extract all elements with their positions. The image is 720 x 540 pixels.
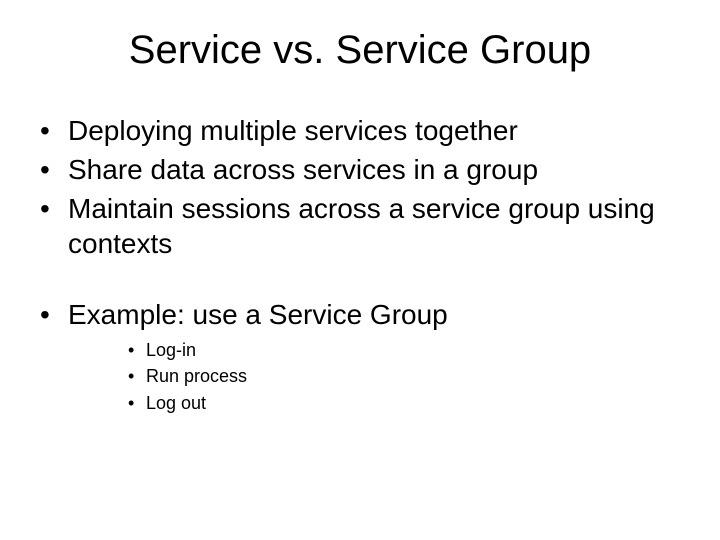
sub-bullet-list: Log-in Run process Log out (68, 338, 680, 415)
bullet-item: Deploying multiple services together (40, 113, 680, 148)
bullet-item: Share data across services in a group (40, 152, 680, 187)
slide-body: Deploying multiple services together Sha… (40, 113, 680, 415)
bullet-item: Maintain sessions across a service group… (40, 191, 680, 261)
slide: Service vs. Service Group Deploying mult… (0, 0, 720, 540)
sub-bullet-item: Log out (128, 391, 680, 415)
slide-title: Service vs. Service Group (40, 28, 680, 73)
bullet-item: Example: use a Service Group Log-in Run … (40, 297, 680, 415)
spacer (40, 265, 680, 297)
bullet-list: Example: use a Service Group Log-in Run … (40, 297, 680, 415)
sub-bullet-item: Run process (128, 364, 680, 388)
bullet-text: Example: use a Service Group (68, 299, 448, 330)
sub-bullet-item: Log-in (128, 338, 680, 362)
bullet-list: Deploying multiple services together Sha… (40, 113, 680, 261)
